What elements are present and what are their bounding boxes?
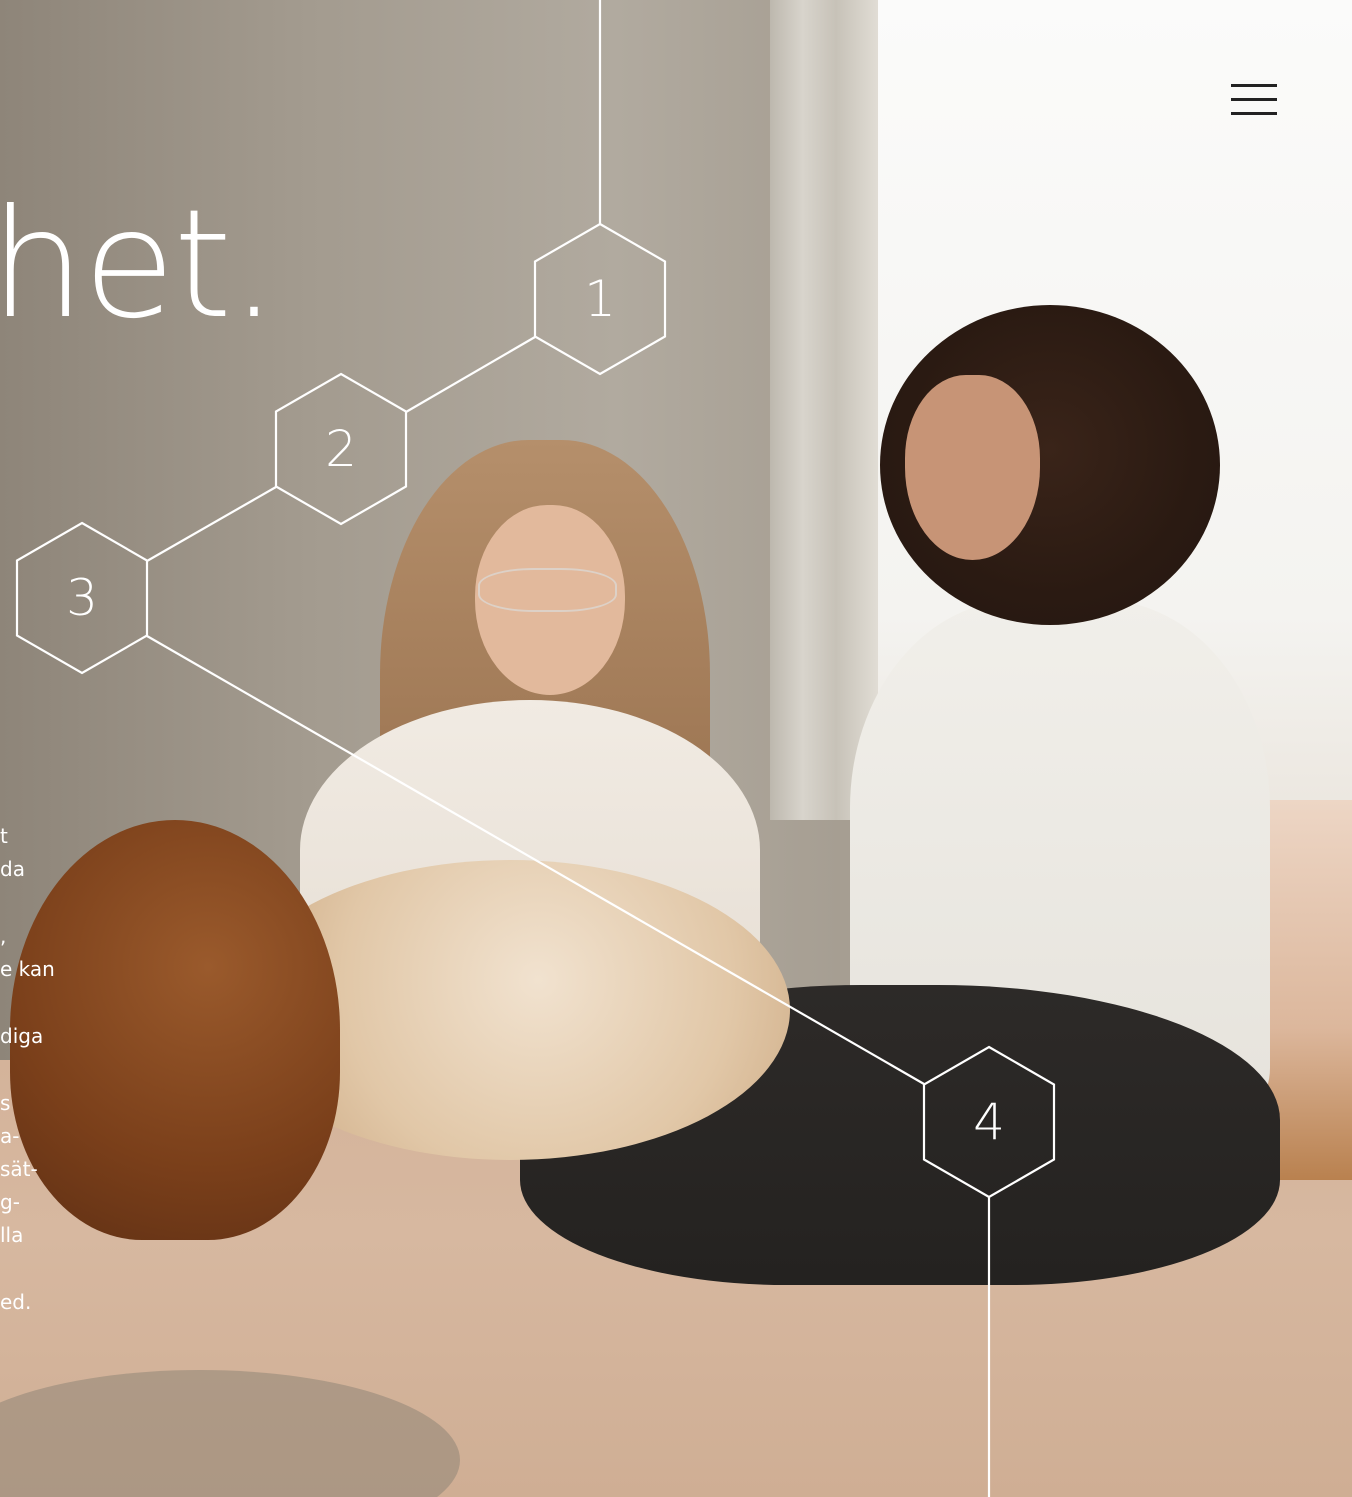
connector-line	[146, 486, 277, 562]
connector-line	[405, 336, 536, 413]
step-number-4: 4	[973, 1093, 1005, 1151]
connector-line	[146, 635, 925, 1085]
step-number-3: 3	[66, 569, 98, 627]
hero-section: het. t da , e kan diga s a- sät- g- lla …	[0, 0, 1352, 1497]
hamburger-menu-icon[interactable]	[1225, 78, 1283, 122]
step-hexagon-graphic: 1 2 3 4	[15, 0, 1056, 1497]
menu-bar	[1231, 98, 1277, 101]
menu-bar	[1231, 112, 1277, 115]
menu-bar	[1231, 84, 1277, 87]
step-number-2: 2	[325, 420, 357, 478]
step-number-1: 1	[584, 270, 616, 328]
